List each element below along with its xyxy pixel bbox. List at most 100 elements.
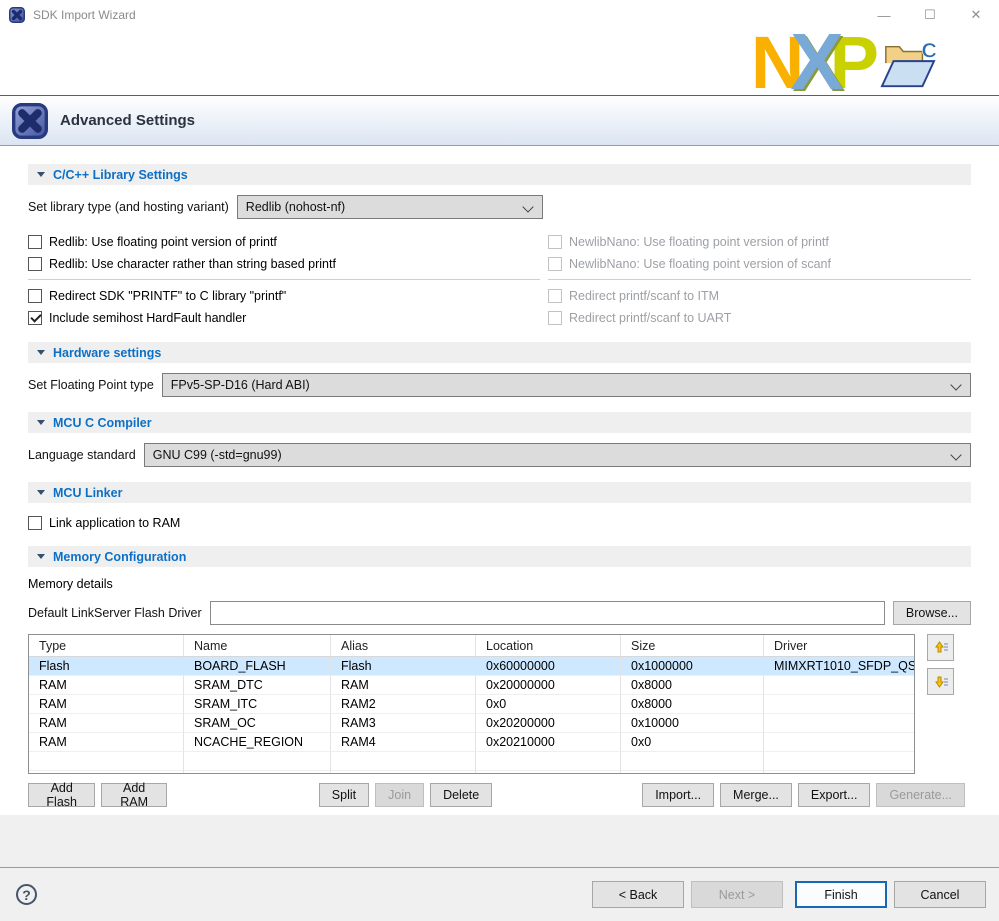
next-button: Next > <box>691 881 783 908</box>
folder-c-icon: C <box>879 38 937 92</box>
generate-button: Generate... <box>876 783 965 807</box>
section-title: MCU C Compiler <box>53 416 152 430</box>
table-row[interactable]: RAM SRAM_DTC RAM 0x20000000 0x8000 <box>29 676 914 695</box>
section-title: Hardware settings <box>53 346 161 360</box>
footer: ? < Back Next > Finish Cancel <box>0 867 999 921</box>
col-driver[interactable]: Driver <box>764 635 914 657</box>
col-location[interactable]: Location <box>476 635 621 657</box>
collapse-arrow-icon <box>37 172 45 177</box>
collapse-arrow-icon <box>37 554 45 559</box>
add-ram-button[interactable]: Add RAM <box>101 783 166 807</box>
floating-point-value: FPv5-SP-D16 (Hard ABI) <box>171 378 310 392</box>
table-row[interactable]: RAM SRAM_ITC RAM2 0x0 0x8000 <box>29 695 914 714</box>
nxp-letters: N X P <box>751 30 865 94</box>
page-title: Advanced Settings <box>60 112 195 129</box>
section-hardware-settings[interactable]: Hardware settings <box>28 342 971 363</box>
cancel-button[interactable]: Cancel <box>894 881 986 908</box>
flash-driver-input[interactable] <box>210 601 885 625</box>
checkbox-redirect-itm: Redirect printf/scanf to ITM <box>548 285 971 307</box>
checkbox-box <box>28 516 42 530</box>
section-memory-configuration[interactable]: Memory Configuration <box>28 546 971 567</box>
content: C/C++ Library Settings Set library type … <box>0 146 999 815</box>
library-checkbox-column-right: NewlibNano: Use floating point version o… <box>548 231 971 329</box>
checkbox-redlib-char-printf[interactable]: Redlib: Use character rather than string… <box>28 253 540 275</box>
col-name[interactable]: Name <box>184 635 331 657</box>
split-button[interactable]: Split <box>319 783 369 807</box>
memory-table: Type Name Alias Location Size Driver Fla… <box>28 634 915 774</box>
checkbox-redirect-sdk-printf[interactable]: Redirect SDK "PRINTF" to C library "prin… <box>28 285 540 307</box>
divider <box>548 279 971 280</box>
library-type-dropdown[interactable]: Redlib (nohost-nf) <box>237 195 543 219</box>
checkbox-box <box>28 311 42 325</box>
library-type-value: Redlib (nohost-nf) <box>246 200 345 214</box>
add-flash-button[interactable]: Add Flash <box>28 783 95 807</box>
library-type-label: Set library type (and hosting variant) <box>28 200 229 214</box>
checkbox-redirect-uart: Redirect printf/scanf to UART <box>548 307 971 329</box>
delete-button[interactable]: Delete <box>430 783 492 807</box>
help-icon[interactable]: ? <box>16 884 37 905</box>
divider <box>28 279 540 280</box>
col-type[interactable]: Type <box>29 635 184 657</box>
close-button[interactable]: ✕ <box>953 0 999 30</box>
browse-button[interactable]: Browse... <box>893 601 971 625</box>
nxp-letter-x: X <box>790 30 829 94</box>
app-x-icon <box>9 7 25 23</box>
move-down-button[interactable] <box>927 668 954 695</box>
finish-button[interactable]: Finish <box>795 881 887 908</box>
section-library-settings[interactable]: C/C++ Library Settings <box>28 164 971 185</box>
checkbox-box <box>548 289 562 303</box>
floating-point-label: Set Floating Point type <box>28 378 154 392</box>
move-up-icon <box>932 639 949 656</box>
import-button[interactable]: Import... <box>642 783 714 807</box>
language-standard-dropdown[interactable]: GNU C99 (-std=gnu99) <box>144 443 971 467</box>
checkbox-box <box>548 235 562 249</box>
table-empty-area <box>29 771 914 773</box>
checkbox-box <box>28 235 42 249</box>
export-button[interactable]: Export... <box>798 783 871 807</box>
table-row[interactable]: RAM SRAM_OC RAM3 0x20200000 0x10000 <box>29 714 914 733</box>
table-row[interactable]: RAM NCACHE_REGION RAM4 0x20210000 0x0 <box>29 733 914 752</box>
move-up-button[interactable] <box>927 634 954 661</box>
checkbox-redlib-float-printf[interactable]: Redlib: Use floating point version of pr… <box>28 231 540 253</box>
move-down-icon <box>932 673 949 690</box>
checkbox-semihost-hardfault[interactable]: Include semihost HardFault handler <box>28 307 540 329</box>
col-size[interactable]: Size <box>621 635 764 657</box>
checkbox-box <box>28 289 42 303</box>
nxp-letter-n: N <box>751 32 790 94</box>
minimize-button[interactable]: — <box>861 0 907 30</box>
collapse-arrow-icon <box>37 420 45 425</box>
merge-button[interactable]: Merge... <box>720 783 792 807</box>
checkbox-box <box>548 311 562 325</box>
window-title: SDK Import Wizard <box>33 8 136 22</box>
section-mcu-c-compiler[interactable]: MCU C Compiler <box>28 412 971 433</box>
checkbox-newlibnano-float-printf: NewlibNano: Use floating point version o… <box>548 231 971 253</box>
memory-table-header[interactable]: Type Name Alias Location Size Driver <box>29 635 914 657</box>
floating-point-dropdown[interactable]: FPv5-SP-D16 (Hard ABI) <box>162 373 971 397</box>
checkbox-newlibnano-float-scanf: NewlibNano: Use floating point version o… <box>548 253 971 275</box>
library-checkbox-column-left: Redlib: Use floating point version of pr… <box>28 231 540 329</box>
checkbox-box <box>548 257 562 271</box>
collapse-arrow-icon <box>37 490 45 495</box>
nxp-letter-p: P <box>830 32 865 94</box>
table-row[interactable]: Flash BOARD_FLASH Flash 0x60000000 0x100… <box>29 657 914 676</box>
checkbox-link-application-to-ram[interactable]: Link application to RAM <box>28 512 971 534</box>
footer-gap <box>0 815 999 867</box>
checkbox-box <box>28 257 42 271</box>
folder-letter: C <box>922 39 937 62</box>
col-alias[interactable]: Alias <box>331 635 476 657</box>
flash-driver-label: Default LinkServer Flash Driver <box>28 606 202 620</box>
section-title: C/C++ Library Settings <box>53 168 188 182</box>
back-button[interactable]: < Back <box>592 881 684 908</box>
language-standard-label: Language standard <box>28 448 136 462</box>
language-standard-value: GNU C99 (-std=gnu99) <box>153 448 282 462</box>
section-mcu-linker[interactable]: MCU Linker <box>28 482 971 503</box>
table-row-empty <box>29 752 914 771</box>
mcuxpresso-x-icon <box>12 103 48 139</box>
memory-details-label: Memory details <box>28 577 971 591</box>
collapse-arrow-icon <box>37 350 45 355</box>
nxp-logo: N X P C <box>751 30 937 94</box>
maximize-button[interactable]: ☐ <box>907 0 953 30</box>
logo-row: N X P C <box>0 30 999 96</box>
section-title: MCU Linker <box>53 486 122 500</box>
join-button: Join <box>375 783 424 807</box>
